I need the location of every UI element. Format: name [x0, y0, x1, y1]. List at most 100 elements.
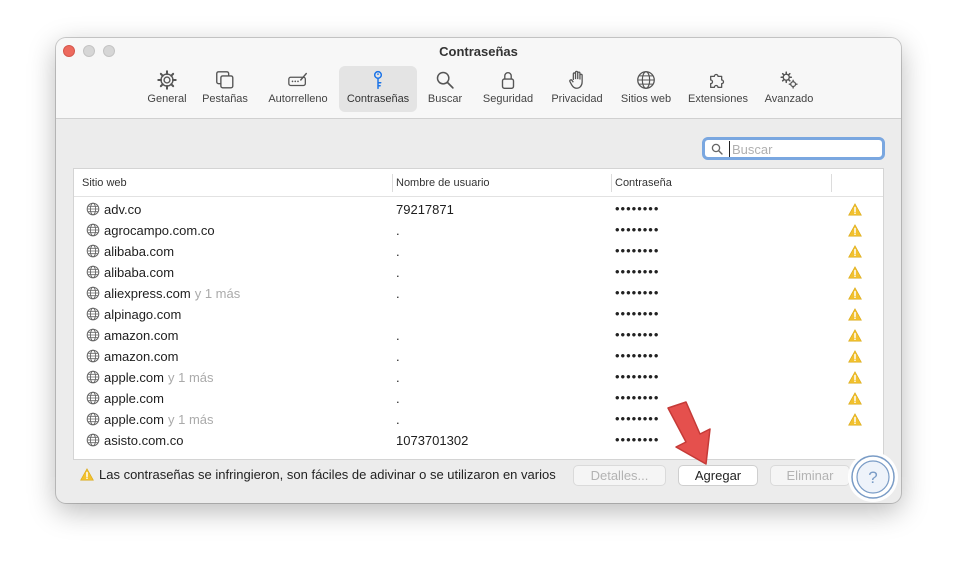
tab-autorrelleno[interactable]: Autorrelleno: [260, 66, 336, 112]
row-username: .: [396, 223, 400, 238]
table-row[interactable]: amazon.com. ••••••••: [74, 325, 883, 346]
lock-icon: [501, 72, 515, 89]
row-site-name: amazon.com: [104, 349, 179, 364]
table-row[interactable]: adv.co 79217871 ••••••••: [74, 199, 883, 220]
preferences-toolbar: General Pestañas Autorrelleno Contraseña…: [56, 66, 901, 114]
warning-icon[interactable]: [848, 329, 862, 342]
tab-avanzado-label: Avanzado: [764, 93, 814, 105]
search-field[interactable]: [702, 137, 885, 160]
tab-autorrelleno-label: Autorrelleno: [268, 93, 328, 105]
warning-icon[interactable]: [848, 392, 862, 405]
column-divider[interactable]: [392, 174, 393, 192]
warning-icon[interactable]: [848, 203, 862, 216]
row-site: amazon.com: [104, 328, 178, 343]
globe-icon: [86, 328, 100, 342]
table-row[interactable]: aliexpress.com y 1 más. ••••••••: [74, 283, 883, 304]
key-icon: [373, 70, 383, 90]
globe-icon: [86, 307, 100, 321]
row-password: ••••••••: [615, 243, 660, 258]
row-site: alpinago.com: [104, 307, 181, 322]
tab-privacidad[interactable]: Privacidad: [545, 66, 609, 112]
row-username: .: [396, 412, 400, 427]
hand-icon: [569, 70, 583, 89]
tab-buscar-label: Buscar: [427, 93, 463, 105]
row-site-name: asisto.com.co: [104, 433, 184, 448]
header-password[interactable]: Contraseña: [615, 177, 672, 189]
row-site: agrocampo.com.co: [104, 223, 215, 238]
tab-avanzado[interactable]: Avanzado: [760, 66, 818, 112]
row-username: .: [396, 349, 400, 364]
row-username: .: [396, 370, 400, 385]
row-site: apple.com y 1 más: [104, 412, 214, 427]
tab-buscar[interactable]: Buscar: [421, 66, 469, 112]
warning-icon[interactable]: [848, 308, 862, 321]
table-row[interactable]: amazon.com. ••••••••: [74, 346, 883, 367]
table-row[interactable]: alibaba.com. ••••••••: [74, 241, 883, 262]
row-site-more: y 1 más: [167, 412, 214, 427]
row-site-name: apple.com: [104, 370, 164, 385]
table-row[interactable]: apple.com y 1 más. ••••••••: [74, 367, 883, 388]
column-divider[interactable]: [611, 174, 612, 192]
globe-icon: [86, 433, 100, 447]
warning-icon[interactable]: [848, 413, 862, 426]
tab-extensiones[interactable]: Extensiones: [683, 66, 753, 112]
svg-text:?: ?: [868, 468, 877, 487]
window-title: Contraseñas: [439, 44, 518, 59]
globe-icon: [86, 202, 100, 216]
tab-general[interactable]: General: [142, 66, 192, 112]
tab-sitios-web[interactable]: Sitios web: [614, 66, 678, 112]
row-site-name: alibaba.com: [104, 244, 175, 259]
row-site-name: amazon.com: [104, 328, 179, 343]
row-site: alibaba.com: [104, 244, 174, 259]
help-badge[interactable]: ?: [848, 452, 898, 502]
row-site: asisto.com.co: [104, 433, 183, 448]
tab-sitios-web-label: Sitios web: [620, 93, 672, 105]
footer-bar: Las contraseñas se infringieron, son fác…: [56, 463, 901, 503]
globe-icon: [86, 265, 100, 279]
details-button[interactable]: Detalles...: [573, 465, 666, 486]
tab-contrasenas[interactable]: Contraseñas: [339, 66, 417, 112]
search-input[interactable]: [729, 141, 879, 157]
row-password: ••••••••: [615, 264, 660, 279]
table-row[interactable]: agrocampo.com.co. ••••••••: [74, 220, 883, 241]
annotation-arrow-icon: [667, 401, 711, 465]
header-username[interactable]: Nombre de usuario: [396, 177, 490, 189]
column-divider[interactable]: [831, 174, 832, 192]
titlebar: Contraseñas General Pestañas Autorrellen…: [56, 38, 901, 119]
gears-icon: [780, 71, 798, 89]
row-site: apple.com y 1 más: [104, 370, 214, 385]
tab-extensiones-label: Extensiones: [688, 93, 748, 105]
tab-pestanas[interactable]: Pestañas: [197, 66, 253, 112]
row-username: .: [396, 265, 400, 280]
globe-icon: [86, 286, 100, 300]
warning-icon[interactable]: [848, 350, 862, 363]
row-site-name: aliexpress.com: [104, 286, 191, 301]
table-row[interactable]: alibaba.com. ••••••••: [74, 262, 883, 283]
table-row[interactable]: apple.com y 1 más. ••••••••: [74, 409, 883, 430]
row-site: apple.com: [104, 391, 164, 406]
row-username: 1073701302: [396, 433, 469, 448]
row-site-name: adv.co: [104, 202, 142, 217]
header-site[interactable]: Sitio web: [82, 177, 127, 189]
passwords-window: Contraseñas General Pestañas Autorrellen…: [56, 38, 901, 503]
warning-icon[interactable]: [848, 224, 862, 237]
row-password: ••••••••: [615, 201, 660, 216]
delete-button[interactable]: Eliminar: [770, 465, 850, 486]
warning-icon[interactable]: [848, 287, 862, 300]
row-site: amazon.com: [104, 349, 178, 364]
table-row[interactable]: apple.com. ••••••••: [74, 388, 883, 409]
warning-icon[interactable]: [848, 266, 862, 279]
table-row[interactable]: alpinago.com ••••••••: [74, 304, 883, 325]
row-site-name: apple.com: [104, 391, 164, 406]
row-password: ••••••••: [615, 348, 660, 363]
row-password: ••••••••: [615, 222, 660, 237]
row-password: ••••••••: [615, 306, 660, 321]
warning-icon[interactable]: [848, 245, 862, 258]
globe-icon: [86, 370, 100, 384]
warning-icon[interactable]: [848, 371, 862, 384]
table-row[interactable]: asisto.com.co 1073701302 ••••••••: [74, 430, 883, 451]
pencil-field-icon: [288, 72, 307, 87]
tab-seguridad[interactable]: Seguridad: [477, 66, 539, 112]
row-site: alibaba.com: [104, 265, 174, 280]
passwords-table: Sitio web Nombre de usuario Contraseña a…: [73, 168, 884, 460]
